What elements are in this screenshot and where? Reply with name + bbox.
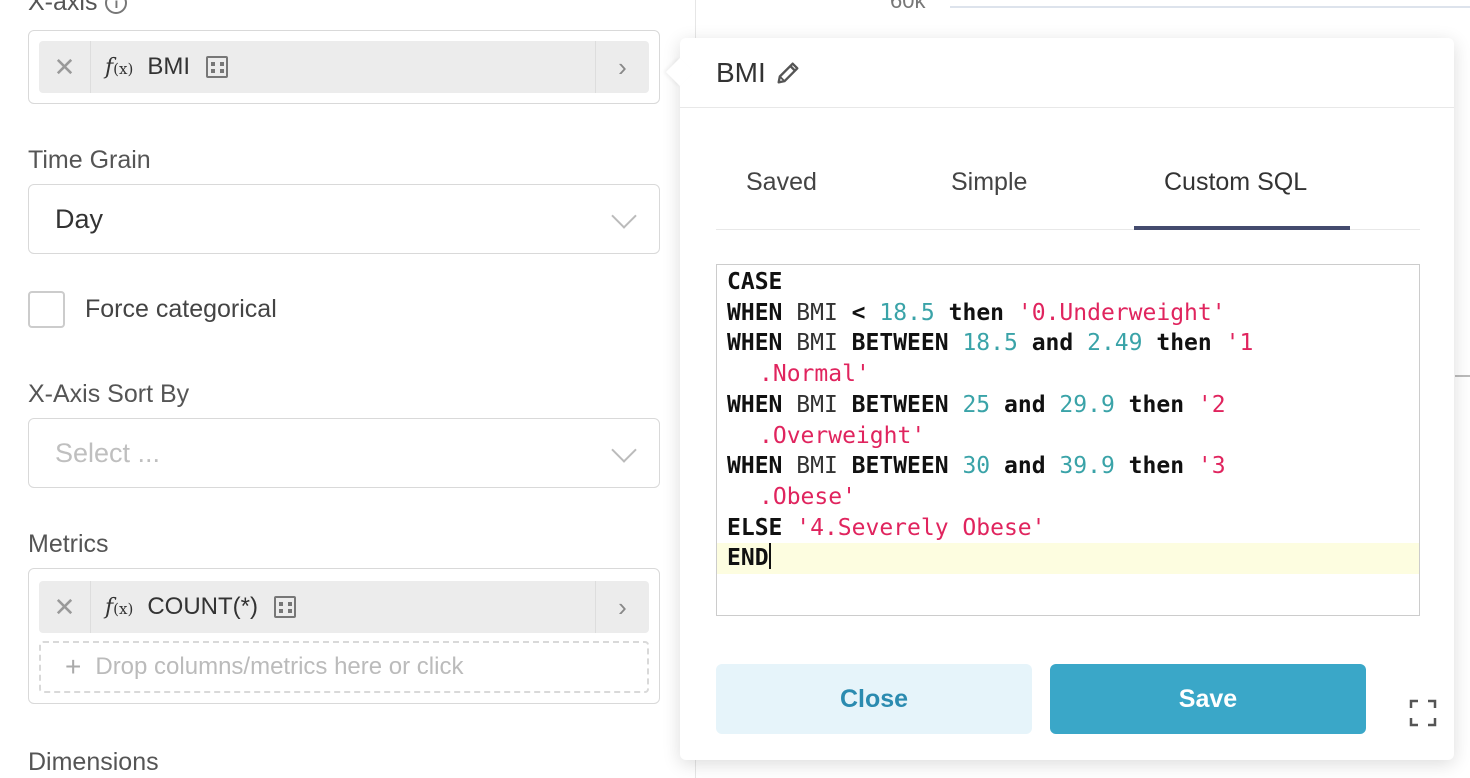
- sort-by-placeholder: Select ...: [55, 437, 161, 468]
- sql-line: END: [717, 543, 1419, 575]
- xaxis-label: X-axis: [28, 0, 98, 16]
- sql-line: WHEN BMI BETWEEN 18.5 and 2.49 then '1: [727, 330, 1254, 357]
- chart-tick-label: 60k: [890, 0, 926, 13]
- popover-header: BMI: [680, 38, 1454, 108]
- sql-editor[interactable]: CASE WHEN BMI < 18.5 then '0.Underweight'…: [716, 264, 1420, 616]
- pencil-icon[interactable]: [774, 59, 802, 87]
- calculated-column-icon: [206, 56, 228, 78]
- sql-line: WHEN BMI BETWEEN 30 and 39.9 then '3: [727, 453, 1226, 480]
- drop-zone-text: Drop columns/metrics here or click: [95, 653, 464, 680]
- popover-tabs: Saved Simple Custom SQL: [716, 144, 1420, 230]
- calculated-column-icon: [273, 596, 296, 618]
- time-grain-value: Day: [55, 203, 104, 234]
- time-grain-select[interactable]: Day: [28, 184, 660, 254]
- function-icon: f(x): [105, 54, 134, 80]
- metric-chip[interactable]: ✕ f(x) COUNT(*) ›: [39, 581, 649, 633]
- sql-line: CASE: [727, 269, 783, 295]
- sql-line: .Overweight': [759, 422, 926, 449]
- xaxis-metric-chip[interactable]: ✕ f(x) BMI ›: [39, 41, 649, 93]
- chevron-right-icon[interactable]: ›: [595, 581, 649, 633]
- force-categorical-row: Force categorical: [28, 291, 277, 328]
- metrics-control: ✕ f(x) COUNT(*) › + Drop columns/metrics…: [28, 568, 660, 704]
- chart-gridline: [1455, 375, 1470, 377]
- tab-saved[interactable]: Saved: [746, 168, 817, 197]
- xaxis-control: ✕ f(x) BMI ›: [28, 30, 660, 104]
- dimensions-label: Dimensions: [28, 748, 159, 776]
- sort-by-select[interactable]: Select ...: [28, 418, 660, 488]
- text-cursor: [768, 543, 771, 570]
- plus-icon: +: [65, 651, 82, 682]
- sql-line: .Obese': [759, 483, 856, 510]
- force-categorical-checkbox[interactable]: [28, 291, 65, 328]
- metric-chip-name: COUNT(*): [147, 593, 258, 620]
- sql-line: WHEN BMI < 18.5 then '0.Underweight': [727, 299, 1226, 326]
- tab-custom-sql[interactable]: Custom SQL: [1164, 168, 1307, 197]
- xaxis-section-title: X-axis i: [28, 0, 128, 17]
- info-icon[interactable]: i: [105, 0, 128, 14]
- active-tab-indicator: [1134, 226, 1350, 230]
- metrics-label: Metrics: [28, 530, 109, 558]
- chevron-right-icon[interactable]: ›: [595, 41, 649, 93]
- expand-icon[interactable]: [1408, 698, 1438, 728]
- sql-line: WHEN BMI BETWEEN 25 and 29.9 then '2: [727, 391, 1226, 418]
- close-button[interactable]: Close: [716, 664, 1032, 734]
- force-categorical-label: Force categorical: [85, 295, 277, 323]
- sort-by-label: X-Axis Sort By: [28, 380, 190, 408]
- tab-simple[interactable]: Simple: [951, 168, 1027, 197]
- popover-title[interactable]: BMI: [716, 57, 766, 89]
- chevron-down-icon: [611, 437, 637, 463]
- sql-line: ELSE '4.Severely Obese': [727, 514, 1046, 541]
- remove-icon[interactable]: ✕: [39, 41, 91, 93]
- chart-gridline: [950, 6, 1470, 8]
- xaxis-chip-name: BMI: [147, 53, 190, 80]
- metric-edit-popover: BMI Saved Simple Custom SQL CASE WHEN BMI…: [665, 38, 1454, 760]
- function-icon: f(x): [105, 594, 134, 620]
- remove-icon[interactable]: ✕: [39, 581, 91, 633]
- control-panel: X-axis i ✕ f(x) BMI › Time Grain Day For…: [0, 0, 696, 778]
- save-button[interactable]: Save: [1050, 664, 1366, 734]
- metrics-drop-zone[interactable]: + Drop columns/metrics here or click: [39, 641, 649, 693]
- time-grain-label: Time Grain: [28, 146, 151, 174]
- chevron-down-icon: [611, 203, 637, 229]
- sql-line: .Normal': [759, 361, 870, 388]
